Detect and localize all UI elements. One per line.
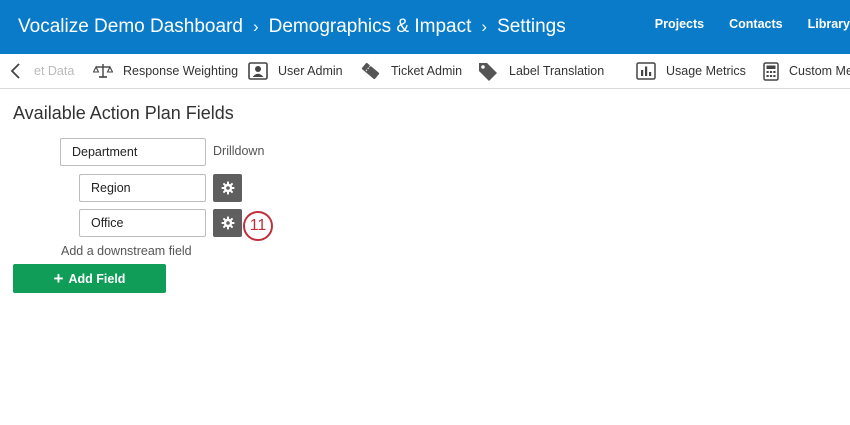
department-field[interactable]: Department [60,138,206,166]
nav-contacts[interactable]: Contacts [729,17,782,31]
settings-toolbar: et Data Response Weighting User Admin Ti… [0,54,850,89]
top-header: Vocalize Demo Dashboard › Demographics &… [0,0,850,54]
calculator-icon [763,61,779,81]
breadcrumb-chevron-icon: › [481,17,488,36]
office-settings-button[interactable] [213,209,242,237]
breadcrumb-dashboard[interactable]: Vocalize Demo Dashboard [18,16,243,38]
toolbar-item-import-data[interactable]: et Data [34,54,74,88]
nav-library[interactable]: Library [808,17,850,31]
region-settings-button[interactable] [213,174,242,202]
nav-projects[interactable]: Projects [655,17,704,31]
breadcrumb-chevron-icon: › [252,17,259,36]
toolbar-item-label: Label Translation [509,64,605,78]
toolbar-item-ticket-admin[interactable]: Ticket Admin [360,54,462,88]
scale-icon [93,64,113,78]
gear-icon [221,181,234,195]
gear-icon [221,216,234,230]
breadcrumb-settings[interactable]: Settings [497,16,566,38]
toolbar-item-user-admin[interactable]: User Admin [248,54,343,88]
breadcrumb: Vocalize Demo Dashboard › Demographics &… [18,13,566,41]
toolbar-item-label: Ticket Admin [391,64,463,78]
toolbar-item-label: Usage Metrics [666,64,746,78]
toolbar-item-label: et Data [34,64,75,78]
drilldown-label: Drilldown [213,144,265,158]
toolbar-item-label: Custom Me [789,64,850,78]
add-downstream-field-link[interactable]: Add a downstream field [61,244,192,258]
toolbar-item-response-weighting[interactable]: Response Weighting [93,54,238,88]
office-field[interactable]: Office [79,209,206,237]
toolbar-item-label-translation[interactable]: Label Translation [477,54,604,88]
toolbar-item-label: User Admin [278,64,343,78]
chevron-left-icon[interactable] [8,62,24,80]
page-title: Available Action Plan Fields [13,103,234,123]
breadcrumb-page[interactable]: Demographics & Impact [269,16,472,38]
add-field-button[interactable]: + Add Field [13,264,166,293]
user-card-icon [248,62,268,80]
toolbar-item-custom-metrics[interactable]: Custom Me [763,54,850,88]
bar-chart-icon [636,62,656,80]
add-field-label: Add Field [68,271,126,286]
ticket-icon [361,62,380,80]
region-field[interactable]: Region [79,174,206,202]
top-nav: Projects Contacts Library [655,17,850,31]
annotation-badge: 11 [243,211,273,241]
toolbar-item-usage-metrics[interactable]: Usage Metrics [636,54,746,88]
toolbar-item-label: Response Weighting [123,64,239,78]
plus-icon: + [53,269,64,288]
tag-icon [479,63,497,81]
